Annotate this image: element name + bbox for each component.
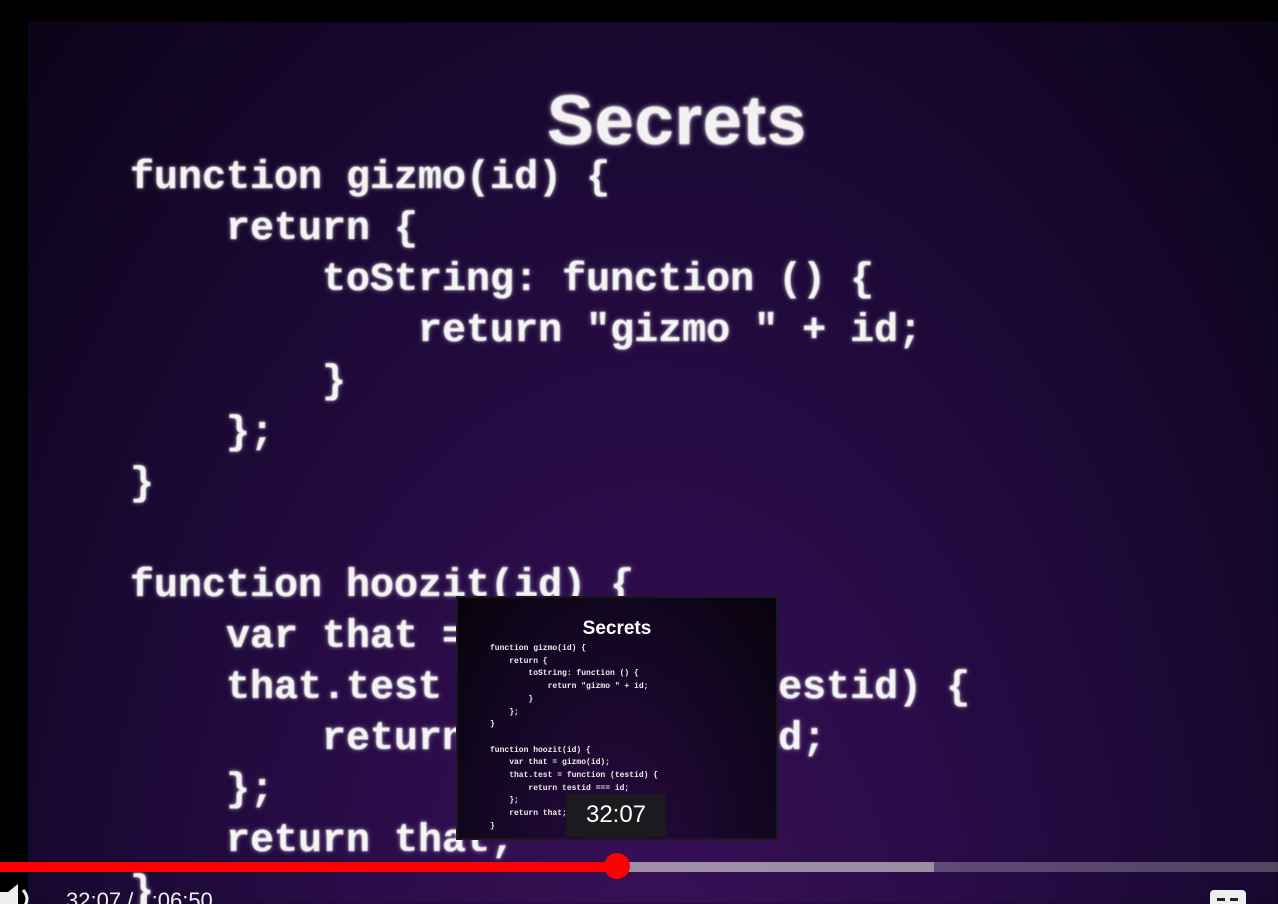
slide-title: Secrets [547, 81, 807, 159]
preview-code-line: function hoozit(id) { [490, 745, 591, 755]
preview-code-line: toString: function () { [490, 669, 639, 679]
preview-code-line: return "gizmo " + id; [490, 682, 649, 692]
captions-icon [1217, 898, 1238, 901]
code-line: } [130, 462, 155, 507]
time-display: 32:07 / 1:06:50 [66, 888, 213, 904]
code-line: }; [130, 768, 275, 813]
volume-icon [0, 884, 29, 904]
code-line: }; [130, 411, 275, 456]
preview-code-line: function gizmo(id) { [490, 644, 587, 653]
preview-code-line: return testid === id; [490, 783, 630, 793]
preview-code-line: }; [490, 796, 519, 806]
preview-code-line: } [490, 694, 534, 704]
preview-code-line: }; [490, 707, 519, 717]
volume-button[interactable] [0, 884, 38, 904]
preview-code-line: var that = gizmo(id); [490, 758, 611, 768]
preview-code-line: return that; [490, 809, 567, 819]
progress-bar[interactable] [0, 862, 1278, 872]
code-line: return { [130, 207, 419, 252]
code-line: } [130, 360, 347, 405]
progress-played [0, 862, 618, 872]
code-line: function gizmo(id) { [130, 156, 611, 201]
video-player[interactable]: Secrets function gizmo(id) { return { to… [0, 0, 1278, 904]
captions-button[interactable] [1210, 890, 1246, 904]
preview-code-line: } [490, 720, 495, 730]
preview-timestamp: 32:07 [566, 794, 666, 836]
preview-code-line: that.test = function (testid) { [490, 771, 659, 780]
preview-code-line: return { [490, 656, 548, 666]
code-line: toString: function () { [130, 258, 875, 303]
code-line: return "gizmo " + id; [130, 309, 923, 354]
preview-title: Secrets [582, 618, 652, 639]
preview-code-line: } [490, 821, 495, 831]
